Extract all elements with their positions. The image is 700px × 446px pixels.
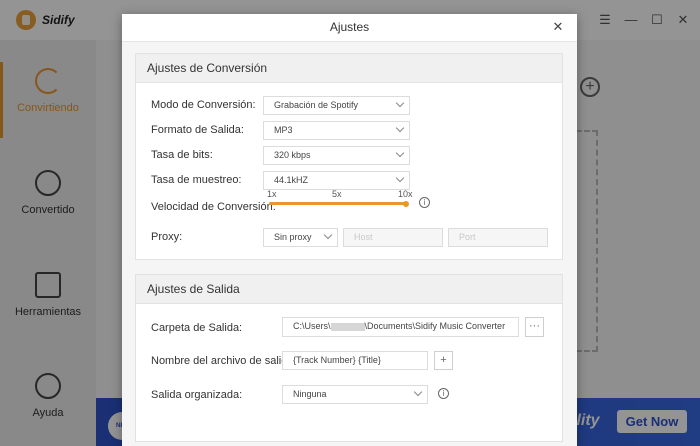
mode-value: Grabación de Spotify xyxy=(274,100,359,110)
speed-tick-10x: 10x xyxy=(398,189,413,199)
chevron-down-icon xyxy=(323,230,333,240)
format-label: Formato de Salida: xyxy=(151,124,244,136)
speed-tick-1x: 1x xyxy=(267,189,277,199)
output-folder-input[interactable]: C:\Users\ \Documents\Sidify Music Convert… xyxy=(282,317,519,337)
proxy-port-input[interactable]: Port xyxy=(448,228,548,247)
organized-value: Ninguna xyxy=(293,389,327,399)
filename-input[interactable]: {Track Number} {Title} xyxy=(282,351,428,370)
format-select[interactable]: MP3 xyxy=(263,121,410,140)
speed-slider-track[interactable] xyxy=(269,202,405,205)
speed-label: Velocidad de Conversión: xyxy=(151,201,276,213)
redacted-username xyxy=(330,322,365,331)
proxy-value: Sin proxy xyxy=(274,232,312,242)
speed-tick-5x: 5x xyxy=(332,189,342,199)
chevron-down-icon xyxy=(395,123,405,133)
chevron-down-icon xyxy=(395,98,405,108)
mode-select[interactable]: Grabación de Spotify xyxy=(263,96,410,115)
section-heading: Ajustes de Salida xyxy=(136,275,562,304)
bitrate-value: 320 kbps xyxy=(274,150,311,160)
samplerate-label: Tasa de muestreo: xyxy=(151,174,242,186)
browse-folder-button[interactable]: ··· xyxy=(525,317,544,337)
chevron-down-icon xyxy=(395,148,405,158)
add-filename-tag-button[interactable]: + xyxy=(434,351,453,370)
folder-path-start: C:\Users\ xyxy=(293,321,331,331)
dialog-title: Ajustes xyxy=(122,14,577,42)
samplerate-value: 44.1kHZ xyxy=(274,175,309,185)
format-value: MP3 xyxy=(274,125,293,135)
folder-path-end: \Documents\Sidify Music Converter xyxy=(364,321,506,331)
info-icon[interactable]: i xyxy=(419,197,430,208)
folder-label: Carpeta de Salida: xyxy=(151,322,243,334)
mode-label: Modo de Conversión: xyxy=(151,99,256,111)
chevron-down-icon xyxy=(395,173,405,183)
organized-select[interactable]: Ninguna xyxy=(282,385,428,404)
info-icon[interactable]: i xyxy=(438,388,449,399)
settings-dialog: Ajustes ✕ Ajustes de Conversión Modo de … xyxy=(122,14,577,446)
filename-label: Nombre del archivo de salida: xyxy=(151,355,297,367)
samplerate-select[interactable]: 44.1kHZ xyxy=(263,171,410,190)
proxy-select[interactable]: Sin proxy xyxy=(263,228,338,247)
dialog-body: Ajustes de Conversión Modo de Conversión… xyxy=(122,42,577,446)
proxy-label: Proxy: xyxy=(151,231,183,243)
section-heading: Ajustes de Conversión xyxy=(136,54,562,83)
close-icon[interactable]: ✕ xyxy=(549,18,567,36)
conversion-section: Ajustes de Conversión Modo de Conversión… xyxy=(135,53,563,260)
output-section: Ajustes de Salida Carpeta de Salida: C:\… xyxy=(135,274,563,442)
organized-label: Salida organizada: xyxy=(151,389,243,401)
speed-slider-handle[interactable] xyxy=(403,200,409,207)
bitrate-select[interactable]: 320 kbps xyxy=(263,146,410,165)
chevron-down-icon xyxy=(413,387,423,397)
proxy-host-input[interactable]: Host xyxy=(343,228,443,247)
bitrate-label: Tasa de bits: xyxy=(151,149,213,161)
